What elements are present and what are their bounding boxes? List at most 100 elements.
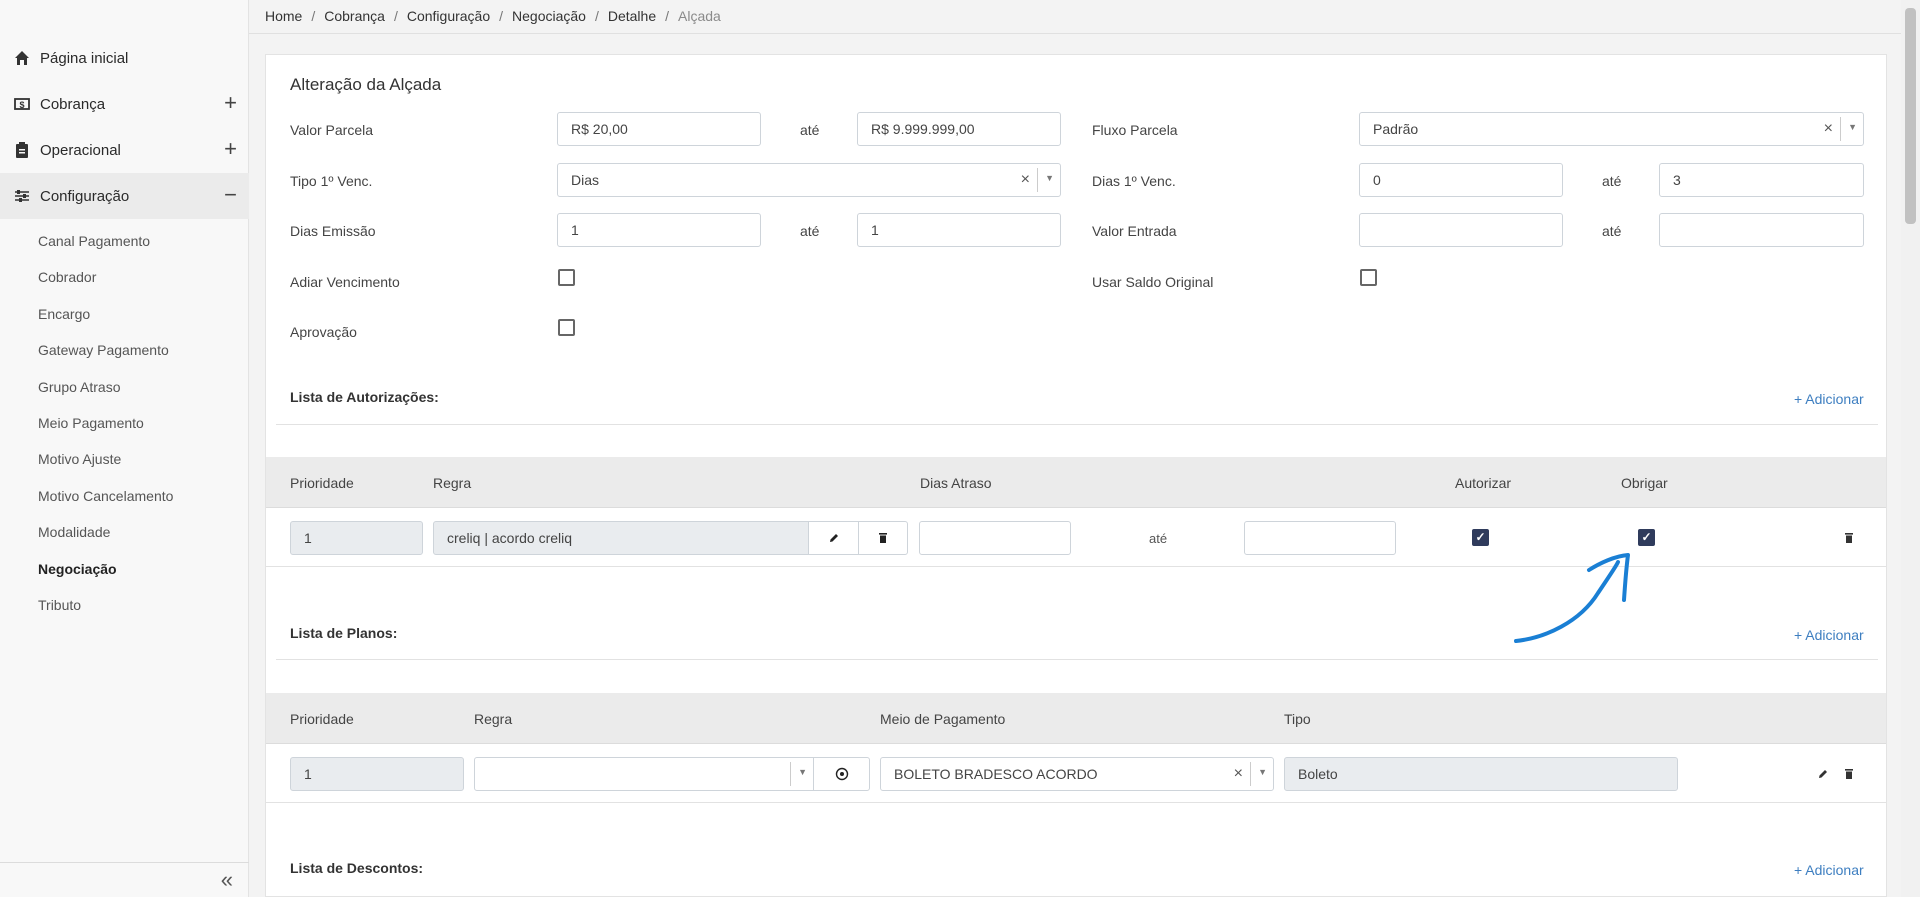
nav-item-operacional[interactable]: Operacional + — [0, 127, 249, 173]
collapse-section-icon[interactable]: − — [224, 182, 237, 208]
column-header: Meio de Pagamento — [880, 711, 1006, 727]
valor-entrada-from-input[interactable] — [1359, 213, 1563, 247]
column-header: Regra — [433, 475, 472, 491]
ate-label: até — [800, 223, 820, 239]
prioridade-input: 1 — [290, 757, 464, 791]
breadcrumb-negociacao[interactable]: Negociação — [512, 8, 586, 24]
subnav-encargo[interactable]: Encargo — [38, 306, 90, 322]
planos-heading: Lista de Planos: — [290, 625, 398, 641]
nav-item-cobranca[interactable]: $ Cobrança + — [0, 81, 249, 127]
usar-saldo-original-checkbox[interactable] — [1360, 269, 1377, 286]
valor-parcela-from-input[interactable]: R$ 20,00 — [557, 112, 761, 146]
view-regra-button[interactable] — [813, 757, 870, 791]
dias-emissao-to-input[interactable]: 1 — [857, 213, 1061, 247]
breadcrumb-detalhe[interactable]: Detalhe — [608, 8, 656, 24]
add-plano-link[interactable]: + Adicionar — [1794, 627, 1864, 643]
nav-item-label: Operacional — [40, 141, 121, 159]
tipo-venc-value: Dias — [571, 172, 600, 188]
divider — [1037, 168, 1038, 192]
subnav-cobrador[interactable]: Cobrador — [38, 269, 96, 285]
column-header: Obrigar — [1621, 475, 1668, 491]
expand-icon[interactable]: + — [224, 136, 237, 162]
adiar-vencimento-label: Adiar Vencimento — [290, 274, 400, 290]
add-desconto-link[interactable]: + Adicionar — [1794, 862, 1864, 878]
trash-icon[interactable] — [1844, 768, 1854, 780]
chevron-down-icon[interactable]: ▼ — [798, 767, 807, 777]
nav-item-pagina-inicial[interactable]: Página inicial — [0, 35, 249, 81]
subnav-meio-pagamento[interactable]: Meio Pagamento — [38, 415, 144, 431]
ate-label: até — [800, 122, 820, 138]
dias-venc-to-input[interactable]: 3 — [1659, 163, 1864, 197]
add-autorizacao-link[interactable]: + Adicionar — [1794, 391, 1864, 407]
regra-input: creliq | acordo creliq — [433, 521, 809, 555]
fluxo-parcela-select[interactable]: Padrão × ▼ — [1359, 112, 1864, 146]
dollar-icon: $ — [14, 98, 30, 110]
planos-table-header: Prioridade Regra Meio de Pagamento Tipo — [266, 693, 1886, 744]
table-row: 1 creliq | acordo creliq até ✓ ✓ — [266, 509, 1886, 567]
valor-parcela-label: Valor Parcela — [290, 122, 374, 138]
ate-label: até — [1602, 173, 1622, 189]
ate-label: até — [1149, 531, 1168, 546]
svg-text:$: $ — [19, 100, 24, 110]
obrigar-checkbox[interactable]: ✓ — [1638, 529, 1655, 546]
ate-label: até — [1602, 223, 1622, 239]
usar-saldo-original-label: Usar Saldo Original — [1092, 274, 1214, 290]
subnav-grupo-atraso[interactable]: Grupo Atraso — [38, 379, 121, 395]
subnav-tributo[interactable]: Tributo — [38, 597, 81, 613]
valor-entrada-to-input[interactable] — [1659, 213, 1864, 247]
breadcrumb-configuracao[interactable]: Configuração — [407, 8, 490, 24]
subnav-negociacao[interactable]: Negociação — [38, 561, 117, 577]
tipo-venc-select[interactable]: Dias × ▼ — [557, 163, 1061, 197]
fluxo-parcela-value: Padrão — [1373, 121, 1419, 137]
chevron-down-icon[interactable]: ▼ — [1258, 767, 1267, 777]
meio-pagamento-value: BOLETO BRADESCO ACORDO — [894, 766, 1098, 782]
breadcrumb-cobranca[interactable]: Cobrança — [324, 8, 385, 24]
breadcrumb-current: Alçada — [678, 8, 721, 24]
collapse-sidebar-button[interactable]: « — [0, 862, 249, 897]
regra-select[interactable]: ▼ — [474, 757, 814, 791]
scrollbar[interactable] — [1901, 0, 1920, 897]
sliders-icon — [15, 190, 29, 202]
dias-venc-from-input[interactable]: 0 — [1359, 163, 1563, 197]
chevron-down-icon[interactable]: ▼ — [1045, 173, 1054, 183]
pencil-icon[interactable] — [1817, 768, 1829, 780]
chevron-down-icon[interactable]: ▼ — [1848, 122, 1857, 132]
trash-icon[interactable] — [1844, 532, 1854, 544]
breadcrumb-home[interactable]: Home — [265, 8, 302, 24]
dias-venc-label: Dias 1º Venc. — [1092, 173, 1176, 189]
meio-pagamento-select[interactable]: BOLETO BRADESCO ACORDO × ▼ — [880, 757, 1274, 791]
subnav-gateway-pagamento[interactable]: Gateway Pagamento — [38, 342, 169, 358]
clear-icon[interactable]: × — [1824, 120, 1833, 138]
delete-regra-button[interactable] — [858, 521, 908, 555]
column-header: Prioridade — [290, 711, 354, 727]
clear-icon[interactable]: × — [1021, 171, 1030, 189]
subnav-motivo-cancelamento[interactable]: Motivo Cancelamento — [38, 488, 173, 504]
dias-atraso-to-input[interactable] — [1244, 521, 1396, 555]
expand-icon[interactable]: + — [224, 90, 237, 116]
pencil-icon — [829, 534, 838, 542]
nav-item-configuracao[interactable]: Configuração − — [0, 173, 249, 219]
autorizar-checkbox[interactable]: ✓ — [1472, 529, 1489, 546]
sidebar: Página inicial $ Cobrança + Operacional … — [0, 0, 249, 897]
scrollbar-thumb[interactable] — [1905, 8, 1916, 224]
eye-icon — [835, 767, 848, 781]
column-header: Tipo — [1284, 711, 1311, 727]
nav-item-label: Configuração — [40, 187, 130, 205]
subnav-modalidade[interactable]: Modalidade — [38, 524, 110, 540]
subnav-canal-pagamento[interactable]: Canal Pagamento — [38, 233, 150, 249]
descontos-heading: Lista de Descontos: — [290, 860, 424, 876]
trash-icon — [879, 533, 887, 543]
subnav-motivo-ajuste[interactable]: Motivo Ajuste — [38, 451, 121, 467]
double-chevron-left-icon: « — [220, 867, 233, 892]
aprovacao-checkbox[interactable] — [558, 319, 575, 336]
dias-emissao-from-input[interactable]: 1 — [557, 213, 761, 247]
divider — [790, 762, 791, 786]
clear-icon[interactable]: × — [1234, 765, 1243, 783]
fluxo-parcela-label: Fluxo Parcela — [1092, 122, 1178, 138]
column-header: Regra — [474, 711, 513, 727]
edit-regra-button[interactable] — [808, 521, 859, 555]
breadcrumb: Home / Cobrança / Configuração / Negociação / De… — [265, 8, 721, 24]
adiar-vencimento-checkbox[interactable] — [558, 269, 575, 286]
dias-atraso-from-input[interactable] — [919, 521, 1071, 555]
valor-parcela-to-input[interactable]: R$ 9.999.999,00 — [857, 112, 1061, 146]
